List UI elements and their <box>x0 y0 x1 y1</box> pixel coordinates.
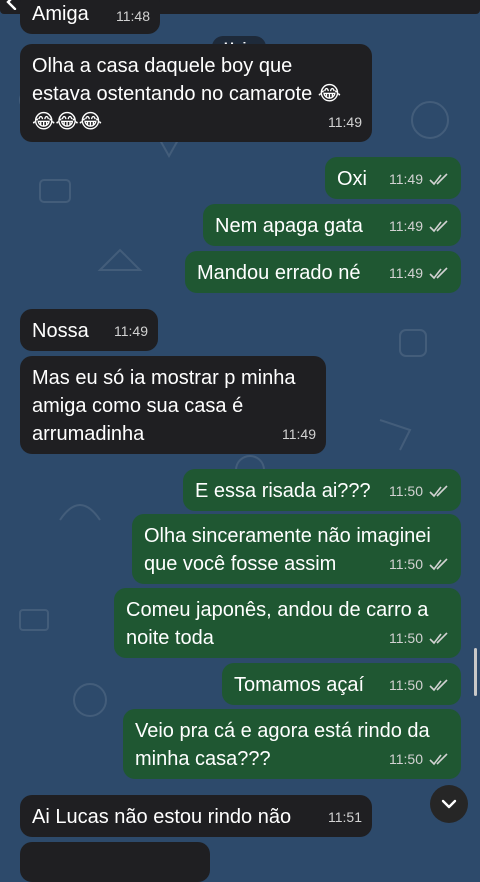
message-text: Mandou errado né <box>197 262 361 284</box>
scroll-to-bottom-button[interactable] <box>430 785 468 823</box>
message-time: 11:49 <box>114 323 148 339</box>
message-time: 11:48 <box>116 8 150 24</box>
message-time: 11:50 <box>389 751 423 767</box>
message-meta: 11:49 <box>389 259 451 287</box>
message-meta: 11:50 <box>389 550 451 578</box>
message-bubble[interactable]: E essa risada ai??? 11:50 <box>183 469 461 511</box>
message-bubble[interactable]: Mas eu só ia mostrar p minha amiga como … <box>20 356 326 454</box>
double-check-icon <box>429 173 448 186</box>
message-bubble[interactable]: Mandou errado né 11:49 <box>185 251 461 293</box>
double-check-icon <box>429 558 448 571</box>
message-meta: 11:51 <box>328 803 362 831</box>
double-check-icon <box>429 220 448 233</box>
message-text: Comeu japonês, andou de carro a noite to… <box>126 599 429 649</box>
message-bubble[interactable]: Tomamos açaí 11:50 <box>222 663 461 705</box>
message-meta: 11:49 <box>389 212 451 240</box>
message-meta: 11:50 <box>389 477 451 505</box>
message-meta: 11:49 <box>389 165 451 193</box>
message-time: 11:49 <box>282 426 316 442</box>
message-time: 11:50 <box>389 556 423 572</box>
message-time: 11:49 <box>328 114 362 130</box>
message-bubble[interactable] <box>20 842 210 882</box>
message-meta: 11:50 <box>389 745 451 773</box>
message-meta: 11:49 <box>328 108 362 136</box>
message-bubble[interactable]: Comeu japonês, andou de carro a noite to… <box>114 588 461 658</box>
message-time: 11:50 <box>389 677 423 693</box>
message-time: 11:49 <box>389 171 423 187</box>
message-time: 11:50 <box>389 483 423 499</box>
double-check-icon <box>429 679 448 692</box>
message-bubble[interactable]: Nem apaga gata 11:49 <box>203 204 461 246</box>
message-time: 11:51 <box>328 809 362 825</box>
double-check-icon <box>429 267 448 280</box>
message-time: 11:49 <box>389 218 423 234</box>
double-check-icon <box>429 753 448 766</box>
message-text: Nem apaga gata <box>215 215 363 237</box>
message-meta: 11:49 <box>282 420 316 448</box>
message-text: Veio pra cá e agora está rindo da minha … <box>135 720 430 770</box>
chevron-down-icon <box>441 799 457 809</box>
message-bubble[interactable]: Olha sinceramente não imaginei que você … <box>132 514 461 584</box>
message-text: Olha sinceramente não imaginei que você … <box>144 525 431 575</box>
back-arrow-icon[interactable] <box>4 0 20 10</box>
message-text: Tomamos açaí <box>234 674 365 696</box>
double-check-icon <box>429 485 448 498</box>
message-bubble[interactable]: Amiga 11:48 <box>20 0 160 34</box>
message-meta: 11:50 <box>389 624 451 652</box>
message-text: Olha a casa daquele boy que estava osten… <box>32 55 342 133</box>
message-text: Nossa <box>32 320 89 342</box>
message-bubble[interactable]: Veio pra cá e agora está rindo da minha … <box>123 709 461 779</box>
message-time: 11:50 <box>389 630 423 646</box>
message-text: Mas eu só ia mostrar p minha amiga como … <box>32 367 296 445</box>
message-meta: 11:49 <box>114 317 148 345</box>
message-text: E essa risada ai??? <box>195 480 371 502</box>
message-time: 11:49 <box>389 265 423 281</box>
message-bubble[interactable]: Ai Lucas não estou rindo não 11:51 <box>20 795 372 837</box>
message-text: Ai Lucas não estou rindo não <box>32 806 292 828</box>
message-meta: 11:50 <box>389 671 451 699</box>
message-meta: 11:48 <box>116 2 150 30</box>
message-text: Amiga <box>32 3 89 25</box>
message-bubble[interactable]: Oxi 11:49 <box>325 157 461 199</box>
scrollbar-thumb[interactable] <box>474 648 477 696</box>
double-check-icon <box>429 632 448 645</box>
message-text: Oxi <box>337 168 367 190</box>
message-bubble[interactable]: Olha a casa daquele boy que estava osten… <box>20 44 372 142</box>
message-bubble[interactable]: Nossa 11:49 <box>20 309 158 351</box>
